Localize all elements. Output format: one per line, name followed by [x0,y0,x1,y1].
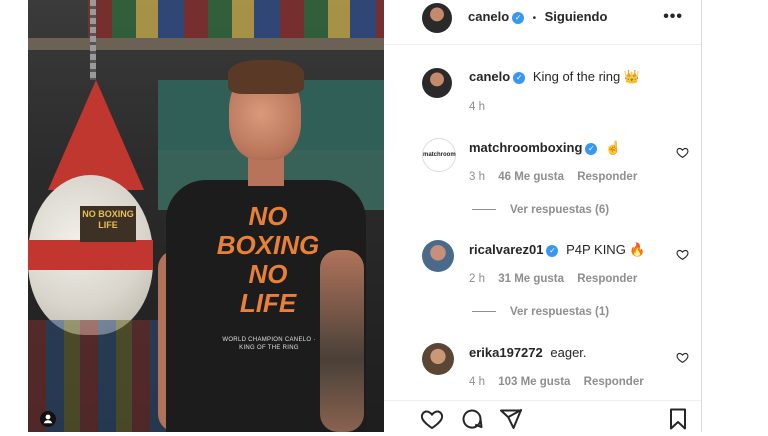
post-side-panel: canelo ✓ • Siguiendo ••• canelo ✓ King of … [384,0,701,433]
avatar[interactable] [422,3,452,33]
bag-chain [90,0,96,80]
shirt-line: LIFE [239,288,297,318]
comment-meta: 4 h 103 Me gusta Responder [469,376,654,388]
comment-username[interactable]: erika197272 [469,345,543,360]
comment-likes[interactable]: 31 Me gusta [498,273,564,285]
shirt-line: NO [248,259,288,289]
comment-line: matchroomboxing ✓ ☝️ [469,140,621,156]
punching-bag-band [28,240,153,270]
avatar[interactable] [422,343,454,375]
reply-button[interactable]: Responder [577,273,637,285]
reply-button[interactable]: Responder [577,171,637,183]
post-photo[interactable]: NO BOXING LIFE NO BOXING NO LIFE WORLD C… [28,0,384,432]
comment-like-icon[interactable] [676,146,689,159]
caption-text: King of the ring 👑 [532,69,641,84]
bag-straps [48,80,144,190]
caption-time: 4 h [469,101,485,113]
comment-line: ricalvarez01 ✓ P4P KING 🔥 [469,242,646,258]
punching-bag-label: NO BOXING LIFE [80,206,136,242]
gym-shelf [28,38,384,50]
comment-like-icon[interactable] [676,351,689,364]
user-tag-icon[interactable] [40,411,56,427]
comment-text: ☝️ [605,140,622,155]
comment-username[interactable]: matchroomboxing [469,140,582,155]
header-username[interactable]: canelo [468,9,509,24]
following-button[interactable]: Siguiendo [545,9,608,24]
shirt-line: NO [248,201,288,231]
shirt-line: BOXING [216,230,320,260]
view-replies-button[interactable]: Ver respuestas (1) [472,306,609,318]
comment: matchroom matchroomboxing ✓ ☝️ 3 h 46 Me … [384,130,701,225]
instagram-post: NO BOXING LIFE NO BOXING NO LIFE WORLD C… [28,0,702,433]
avatar[interactable] [422,240,454,272]
share-icon[interactable] [499,407,523,431]
comment-likes[interactable]: 103 Me gusta [498,376,570,388]
caption: canelo ✓ King of the ring 👑 4 h [384,60,701,120]
shirt-subtext: WORLD CHAMPION CANELO · KING OF THE RING [222,337,316,351]
comment-time: 4 h [469,376,485,388]
comment: ricalvarez01 ✓ P4P KING 🔥 2 h 31 Me gusta… [384,232,701,327]
comment-meta: 3 h 46 Me gusta Responder [469,171,647,183]
comment-like-icon[interactable] [676,248,689,261]
comment-text: P4P KING 🔥 [566,242,646,257]
comment: erika197272 eager. 4 h 103 Me gusta Resp… [384,335,701,395]
verified-badge-icon: ✓ [546,245,559,257]
replies-divider [472,209,496,211]
more-options-icon[interactable]: ••• [663,8,683,26]
comment-likes[interactable]: 46 Me gusta [498,171,564,183]
comment-time: 3 h [469,171,485,183]
replies-divider [472,311,496,313]
comment-username[interactable]: ricalvarez01 [469,242,543,257]
avatar[interactable] [422,68,452,98]
verified-badge-icon: ✓ [585,143,598,155]
bookmark-icon[interactable] [666,407,690,431]
view-replies-label: Ver respuestas (1) [510,306,610,318]
action-bar [384,400,701,433]
avatar[interactable]: matchroom [422,138,456,172]
reply-button[interactable]: Responder [584,376,644,388]
comment-line: erika197272 eager. [469,345,587,360]
header-user: canelo ✓ • Siguiendo [468,8,607,26]
header-separator: • [532,13,537,24]
wall-flags [88,0,384,40]
view-replies-label: Ver respuestas (6) [510,204,610,216]
verified-badge-icon: ✓ [513,72,526,84]
view-replies-button[interactable]: Ver respuestas (6) [472,204,609,216]
shirt-print: NO BOXING NO LIFE [208,202,328,318]
caption-username[interactable]: canelo [469,69,510,84]
comment-text: eager. [550,345,587,360]
man-hair [228,60,304,94]
post-header: canelo ✓ • Siguiendo ••• [384,0,701,45]
verified-badge-icon: ✓ [512,12,525,24]
comment-time: 2 h [469,273,485,285]
heart-icon[interactable] [420,407,444,431]
comment-icon[interactable] [460,407,484,431]
caption-line: canelo ✓ King of the ring 👑 [469,69,640,85]
comment-meta: 2 h 31 Me gusta Responder [469,273,647,285]
